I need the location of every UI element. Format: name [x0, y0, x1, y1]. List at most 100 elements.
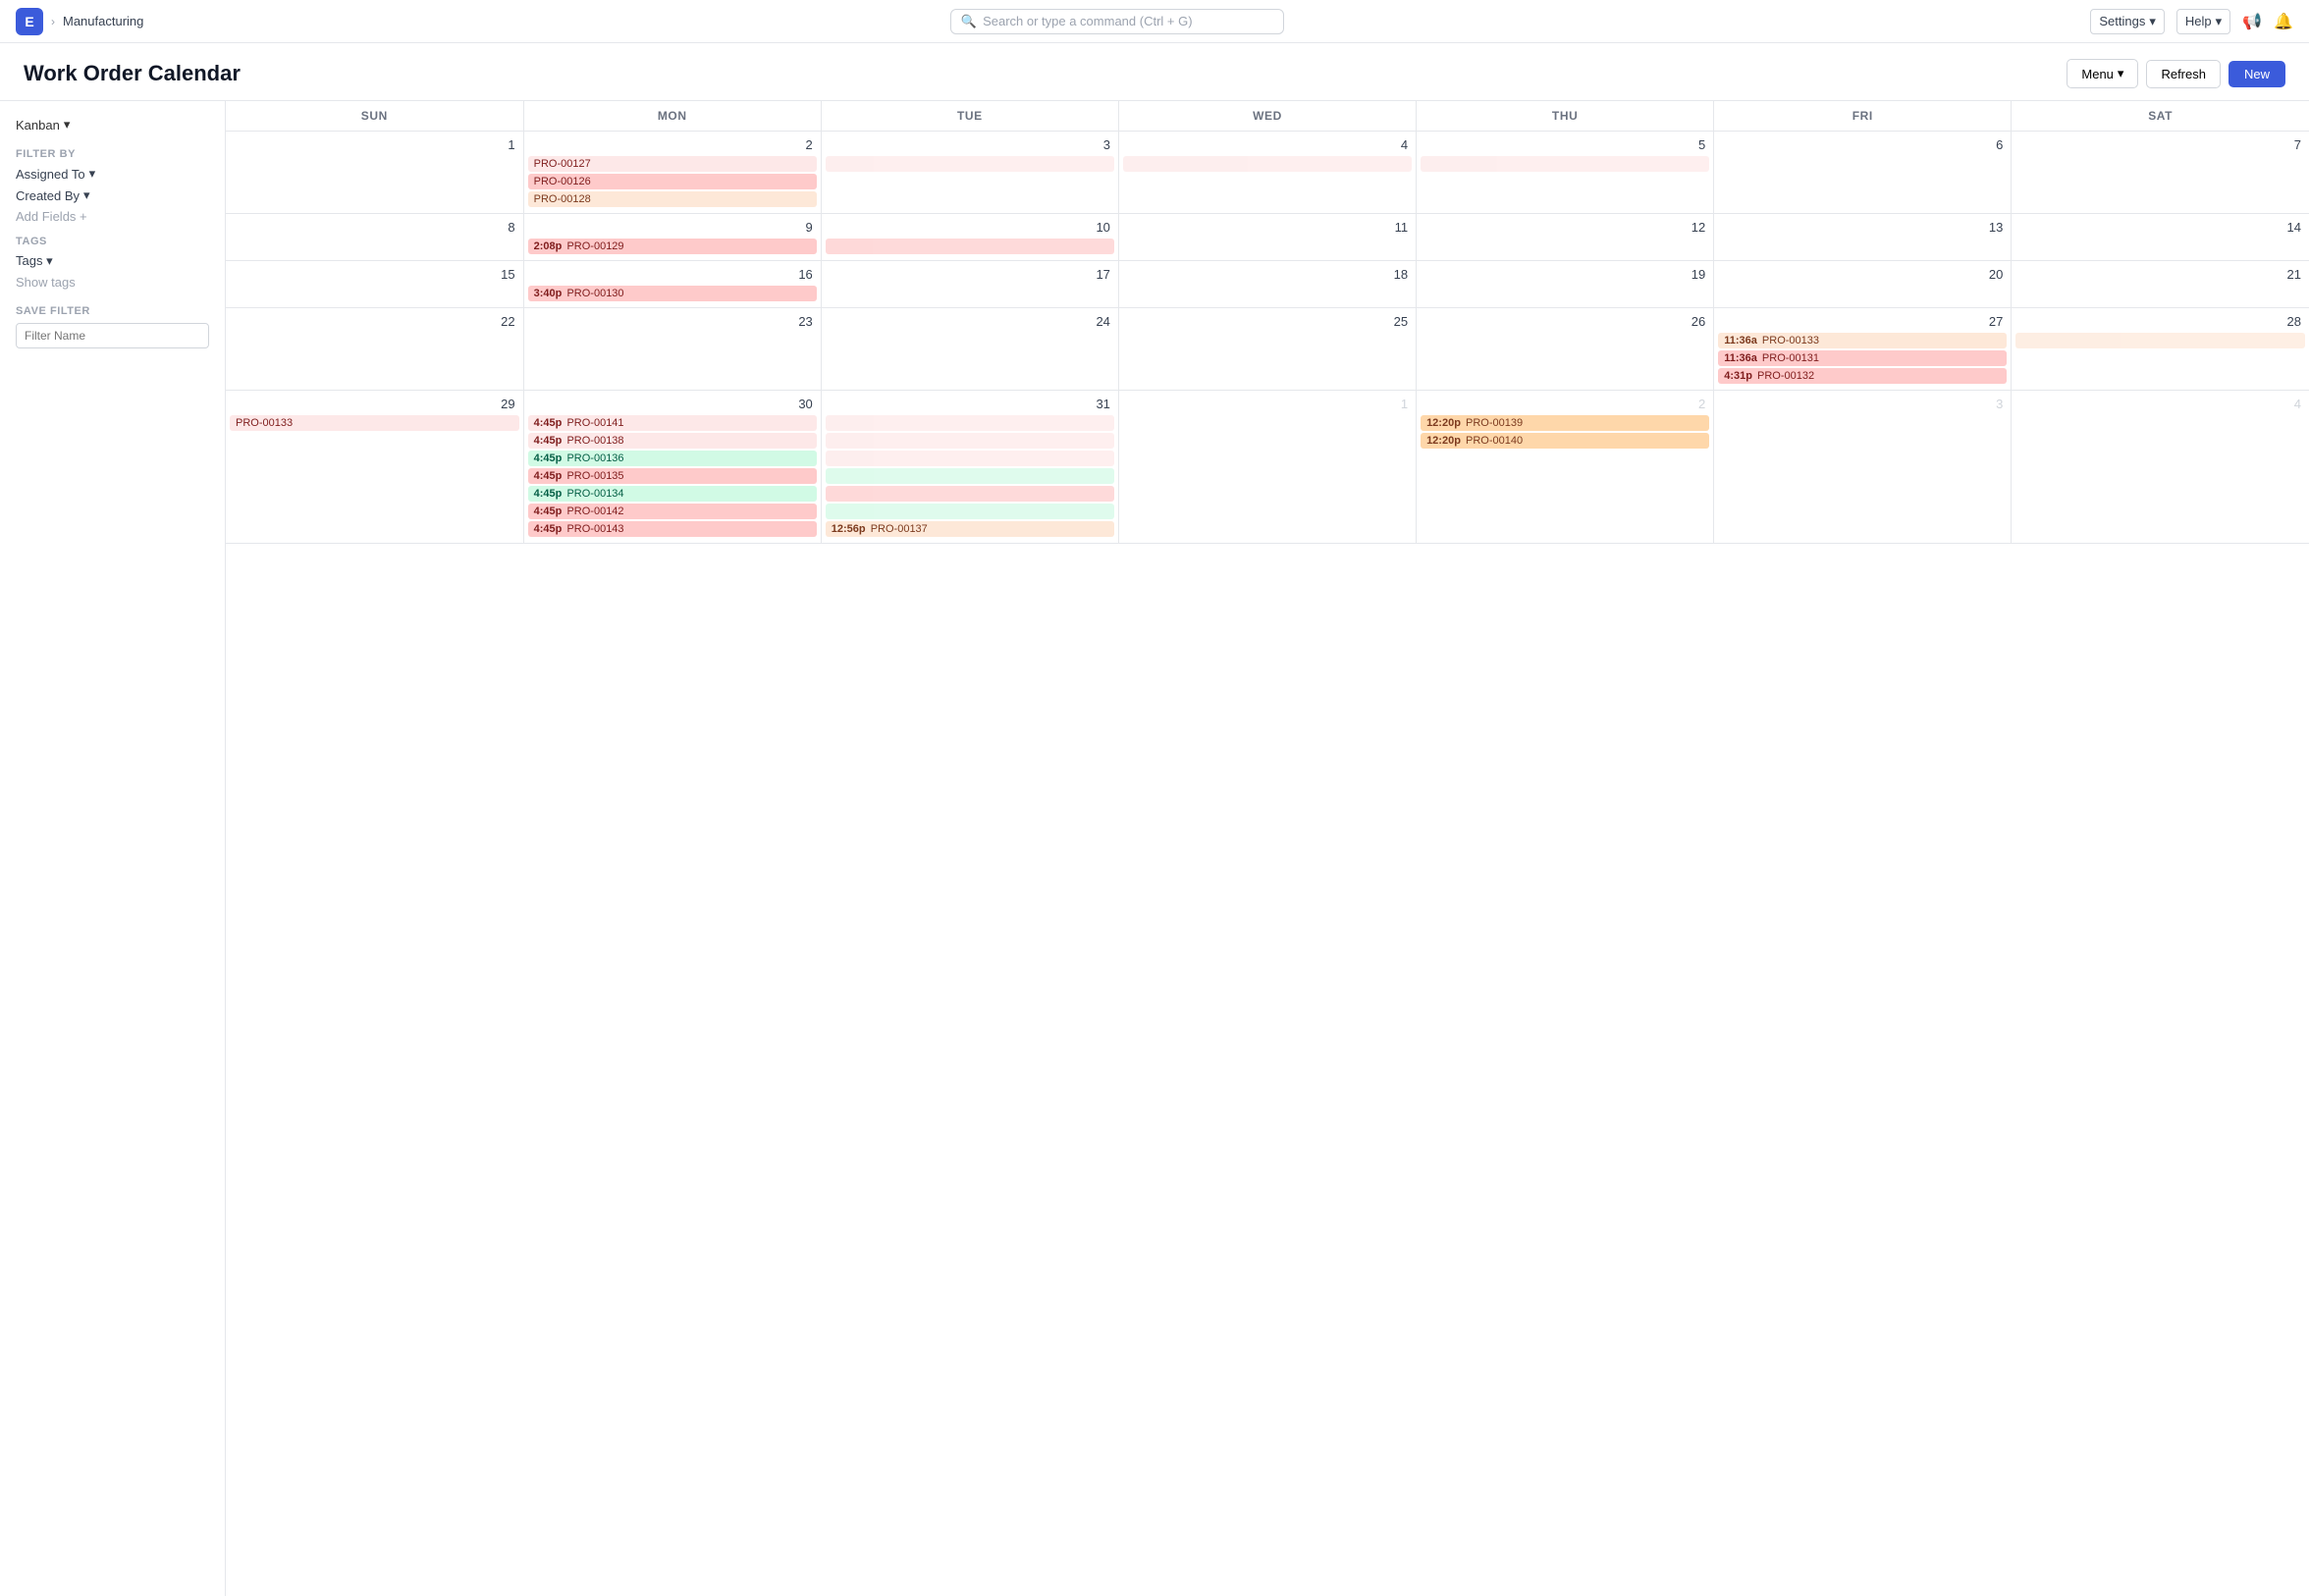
event-PRO-00130[interactable]: 3:40p PRO-00130 — [528, 286, 817, 301]
event-PRO-00142[interactable]: 4:45p PRO-00142 — [528, 504, 817, 519]
calendar-day[interactable]: 29 PRO-00133 — [226, 391, 523, 544]
calendar-day[interactable]: 24 — [821, 308, 1118, 391]
calendar-day[interactable]: 31 — [821, 391, 1118, 544]
event-id: PRO-00132 — [1757, 370, 1814, 382]
calendar-day[interactable]: 27 11:36a PRO-00133 11:36a PRO-00131 4:3… — [1714, 308, 2012, 391]
calendar-day[interactable]: 25 — [1118, 308, 1416, 391]
calendar-day[interactable]: 23 — [523, 308, 821, 391]
calendar-day[interactable]: 14 — [2012, 214, 2309, 261]
calendar-day[interactable]: 4 — [1118, 132, 1416, 214]
event-PRO-00135[interactable]: 4:45p PRO-00135 — [528, 468, 817, 484]
event-PRO-00126[interactable]: PRO-00126 — [528, 174, 817, 189]
event-PRO-00133-cont[interactable] — [2015, 333, 2305, 348]
refresh-button[interactable]: Refresh — [2146, 60, 2221, 88]
event-PRO-00127-cont2[interactable] — [1123, 156, 1412, 172]
bell-icon[interactable]: 🔔 — [2274, 12, 2293, 31]
event-PRO-00136[interactable]: 4:45p PRO-00136 — [528, 451, 817, 466]
calendar-day[interactable]: 13 — [1714, 214, 2012, 261]
add-fields-button[interactable]: Add Fields + — [16, 209, 209, 224]
event-PRO-00131[interactable]: 11:36a PRO-00131 — [1718, 350, 2007, 366]
event-PRO-00143[interactable]: 4:45p PRO-00143 — [528, 521, 817, 537]
event-PRO-00137[interactable]: 12:56p PRO-00137 — [826, 521, 1114, 537]
event-PRO-00138[interactable]: 4:45p PRO-00138 — [528, 433, 817, 449]
new-button[interactable]: New — [2228, 61, 2285, 87]
event-PRO-00133-31-cont[interactable] — [826, 415, 1114, 431]
calendar-day[interactable]: 3 — [1714, 391, 2012, 544]
event-id: PRO-00143 — [566, 523, 623, 535]
calendar-day[interactable]: 17 — [821, 261, 1118, 308]
calendar-day[interactable]: 10 — [821, 214, 1118, 261]
event-PRO-00136-cont[interactable] — [826, 468, 1114, 484]
calendar-day[interactable]: 1 — [1118, 391, 1416, 544]
day-number: 20 — [1718, 265, 2007, 286]
save-filter-label: SAVE FILTER — [16, 305, 209, 317]
calendar-day[interactable]: 12 — [1417, 214, 1714, 261]
calendar-day[interactable]: 2 12:20p PRO-00139 12:20p PRO-00140 — [1417, 391, 1714, 544]
event-PRO-00127-cont[interactable] — [826, 156, 1114, 172]
created-by-filter[interactable]: Created By ▾ — [16, 187, 209, 203]
kanban-view-selector[interactable]: Kanban ▾ — [16, 117, 209, 133]
help-button[interactable]: Help ▾ — [2176, 9, 2230, 34]
event-PRO-00135-cont[interactable] — [826, 486, 1114, 502]
event-id: PRO-00131 — [1762, 352, 1819, 364]
calendar-day[interactable]: 2 PRO-00127 PRO-00126 PRO-00128 — [523, 132, 821, 214]
calendar-day[interactable]: 6 — [1714, 132, 2012, 214]
event-PRO-00134-cont[interactable] — [826, 504, 1114, 519]
calendar-day[interactable]: 1 — [226, 132, 523, 214]
day-number: 28 — [2015, 312, 2305, 333]
calendar-day[interactable]: 30 4:45p PRO-00141 4:45p PRO-00138 4:45p… — [523, 391, 821, 544]
calendar-day[interactable]: 3 — [821, 132, 1118, 214]
event-PRO-00127[interactable]: PRO-00127 — [528, 156, 817, 172]
day-number: 13 — [1718, 218, 2007, 239]
calendar-day[interactable]: 21 — [2012, 261, 2309, 308]
event-PRO-00132[interactable]: 4:31p PRO-00132 — [1718, 368, 2007, 384]
calendar-day[interactable]: 7 — [2012, 132, 2309, 214]
megaphone-icon[interactable]: 📢 — [2242, 12, 2262, 31]
show-tags-link[interactable]: Show tags — [16, 275, 209, 290]
chevron-down-icon: ▾ — [2149, 14, 2156, 29]
filter-name-input[interactable] — [16, 323, 209, 348]
calendar-day[interactable]: 4 — [2012, 391, 2309, 544]
event-PRO-00139[interactable]: 12:20p PRO-00139 — [1421, 415, 1709, 431]
event-PRO-00141-cont[interactable] — [826, 433, 1114, 449]
day-number: 23 — [528, 312, 817, 333]
event-PRO-00133-29[interactable]: PRO-00133 — [230, 415, 519, 431]
event-PRO-00138-cont[interactable] — [826, 451, 1114, 466]
tags-dropdown[interactable]: Tags ▾ — [16, 253, 209, 269]
assigned-to-filter[interactable]: Assigned To ▾ — [16, 166, 209, 182]
event-PRO-00128[interactable]: PRO-00128 — [528, 191, 817, 207]
event-PRO-00127-cont3[interactable] — [1421, 156, 1709, 172]
week-row: 1 2 PRO-00127 PRO-00126 PRO-00128 — [226, 132, 2309, 214]
calendar-day[interactable]: 15 — [226, 261, 523, 308]
menu-button[interactable]: Menu ▾ — [2067, 59, 2138, 88]
day-number: 17 — [826, 265, 1114, 286]
chevron-down-icon: ▾ — [2216, 14, 2223, 29]
event-id: PRO-00140 — [1466, 435, 1523, 447]
event-PRO-00133[interactable]: 11:36a PRO-00133 — [1718, 333, 2007, 348]
event-PRO-00141[interactable]: 4:45p PRO-00141 — [528, 415, 817, 431]
calendar-day[interactable]: 18 — [1118, 261, 1416, 308]
calendar-day[interactable]: 16 3:40p PRO-00130 — [523, 261, 821, 308]
calendar-day[interactable]: 28 — [2012, 308, 2309, 391]
search-bar[interactable]: 🔍 Search or type a command (Ctrl + G) — [950, 9, 1284, 34]
event-PRO-00140[interactable]: 12:20p PRO-00140 — [1421, 433, 1709, 449]
event-time: 4:45p — [534, 417, 563, 429]
calendar-day[interactable]: 19 — [1417, 261, 1714, 308]
calendar-day[interactable]: 5 — [1417, 132, 1714, 214]
event-PRO-00129-cont[interactable] — [826, 239, 1114, 254]
event-PRO-00129[interactable]: 2:08p PRO-00129 — [528, 239, 817, 254]
event-PRO-00134[interactable]: 4:45p PRO-00134 — [528, 486, 817, 502]
sidebar: Kanban ▾ FILTER BY Assigned To ▾ Created… — [0, 101, 226, 1596]
day-number: 9 — [528, 218, 817, 239]
calendar-day[interactable]: 22 — [226, 308, 523, 391]
calendar-day[interactable]: 11 — [1118, 214, 1416, 261]
settings-button[interactable]: Settings ▾ — [2090, 9, 2165, 34]
calendar-day[interactable]: 20 — [1714, 261, 2012, 308]
calendar-day[interactable]: 8 — [226, 214, 523, 261]
calendar-day[interactable]: 26 — [1417, 308, 1714, 391]
event-id — [1129, 158, 1132, 170]
calendar-day[interactable]: 9 2:08p PRO-00129 — [523, 214, 821, 261]
day-number: 16 — [528, 265, 817, 286]
event-id — [832, 240, 834, 252]
calendar-area: SUN MON TUE WED THU FRI SAT 1 2 — [226, 101, 2309, 1596]
